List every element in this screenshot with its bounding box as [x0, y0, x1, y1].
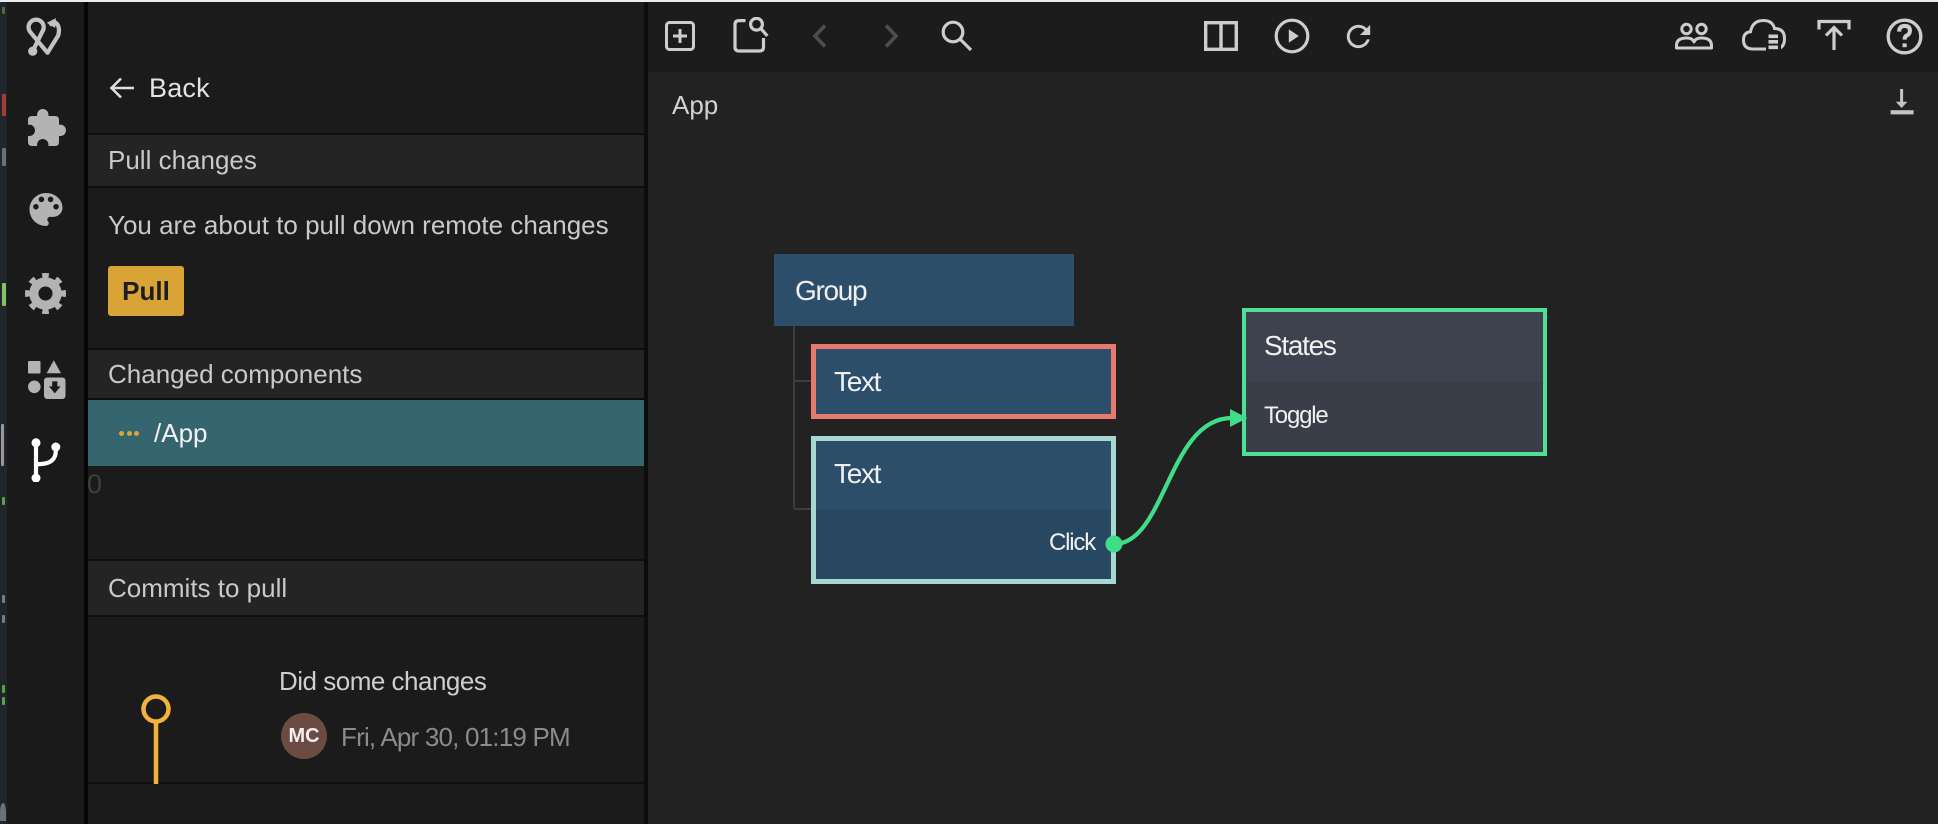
node-text-2-label: Text	[834, 458, 880, 490]
stray-zero-text: 0	[87, 469, 102, 500]
commit-item[interactable]: Did some changes MC Fri, Apr 30, 01:19 P…	[88, 617, 644, 784]
pull-button[interactable]: Pull	[108, 266, 184, 316]
activity-rail	[7, 0, 88, 824]
back-label: Back	[149, 73, 210, 104]
refresh-button[interactable]	[1328, 0, 1389, 72]
ellipsis-icon	[119, 431, 139, 436]
window-top-edge	[0, 0, 1938, 2]
commits-to-pull-header: Commits to pull	[88, 559, 644, 617]
node-group-label: Group	[795, 275, 866, 307]
help-button[interactable]	[1875, 0, 1934, 72]
toggle-port-label[interactable]: Toggle	[1264, 402, 1328, 430]
components-icon[interactable]	[24, 356, 68, 400]
cloud-services-button[interactable]	[1734, 0, 1793, 72]
changed-component-label: /App	[154, 418, 208, 449]
commit-date: Fri, Apr 30, 01:19 PM	[341, 722, 570, 753]
version-control-icon[interactable]	[24, 438, 68, 482]
canvas-tab-label[interactable]: App	[672, 90, 718, 121]
deploy-button[interactable]	[1804, 0, 1863, 72]
collaborators-button[interactable]	[1664, 0, 1723, 72]
commit-avatar: MC	[281, 713, 327, 759]
noodl-logo-icon[interactable]	[24, 16, 68, 60]
node-text-2[interactable]: Text Click	[811, 436, 1116, 584]
add-node-button[interactable]	[650, 0, 709, 72]
nav-back-button[interactable]	[800, 0, 840, 72]
commit-message: Did some changes	[279, 666, 486, 697]
changed-component-row[interactable]: /App	[88, 400, 644, 466]
download-icon[interactable]	[1888, 86, 1914, 118]
styles-palette-icon[interactable]	[24, 187, 68, 231]
back-arrow-icon	[109, 75, 136, 101]
background-window-edge	[0, 0, 7, 824]
nav-forward-button[interactable]	[871, 0, 911, 72]
settings-gear-icon[interactable]	[24, 271, 68, 315]
node-text-1-label: Text	[834, 366, 880, 398]
back-button[interactable]: Back	[88, 60, 644, 116]
version-control-panel: Back Pull changes You are about to pull …	[88, 0, 644, 824]
commit-graph-icon	[88, 617, 278, 784]
canvas-toolbar	[648, 0, 1938, 72]
click-port-label[interactable]: Click	[1049, 529, 1095, 557]
node-text-1[interactable]: Text	[811, 344, 1116, 419]
preview-play-button[interactable]	[1261, 0, 1322, 72]
node-group[interactable]: Group	[774, 254, 1074, 326]
pull-description: You are about to pull down remote change…	[108, 210, 609, 241]
plugins-icon[interactable]	[24, 105, 68, 149]
node-canvas[interactable]: App Group Text Text Click States Toggle	[648, 0, 1938, 824]
pull-changes-header: Pull changes	[88, 133, 644, 188]
changed-components-header: Changed components	[88, 348, 644, 400]
node-states[interactable]: States Toggle	[1242, 308, 1547, 456]
search-components-button[interactable]	[720, 0, 781, 72]
split-view-button[interactable]	[1191, 0, 1251, 72]
node-states-label: States	[1264, 330, 1336, 362]
noodl-editor-window: Back Pull changes You are about to pull …	[0, 0, 1938, 824]
search-button[interactable]	[931, 0, 982, 72]
